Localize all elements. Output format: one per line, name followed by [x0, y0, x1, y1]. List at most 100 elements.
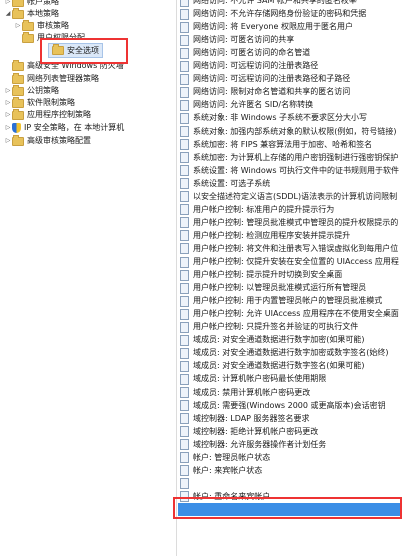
policy-label: 系统设置: 将 Windows 可执行文件中的证书规则用于软件 [193, 165, 400, 175]
policy-row[interactable]: 帐户: 管理员帐户状态 [180, 452, 270, 464]
policy-row[interactable]: 用户帐户控制: 以管理员批准模式运行所有管理员 [180, 282, 366, 294]
policy-icon [180, 191, 189, 203]
policy-row[interactable]: 域成员: 计算机帐户密码最长使用期限 [180, 373, 326, 385]
policy-row[interactable]: 以安全描述符定义语言(SDDL)语法表示的计算机访问限制 [180, 191, 397, 203]
policy-icon [180, 21, 189, 33]
policy-row[interactable]: 系统对象: 加强内部系统对象的默认权限(例如，符号链接) [180, 126, 396, 138]
folder-icon [12, 134, 24, 146]
policy-label: 网络访问: 将 Everyone 权限应用于匿名用户 [193, 22, 353, 32]
folder-icon [12, 84, 24, 96]
policy-icon [180, 347, 189, 359]
policy-row[interactable]: 用户帐户控制: 将文件和注册表写入错误虚拟化到每用户位 [180, 243, 398, 255]
policy-label: 帐户: 来宾帐户状态 [193, 465, 263, 475]
expander-icon[interactable]: ▷ [4, 85, 12, 97]
policy-row[interactable]: 用户帐户控制: 提示提升时切换到安全桌面 [180, 269, 342, 281]
tree-item-label: 公钥策略 [27, 86, 59, 95]
policy-label: 网络访问: 可匿名访问的共享 [193, 35, 295, 45]
tree-item-label: IP 安全策略，在 本地计算机 [24, 123, 125, 132]
policy-icon [180, 465, 189, 477]
policy-icon [180, 178, 189, 190]
tree-item-security-options[interactable]: 安全选项 [48, 43, 103, 58]
policy-row[interactable]: 网络访问: 限制对命名管道和共享的匿名访问 [180, 86, 350, 98]
policy-row[interactable]: 系统对象: 非 Windows 子系统不要求区分大小写 [180, 112, 367, 124]
policy-row[interactable]: 用户帐户控制: 标准用户的提升提示行为 [180, 204, 334, 216]
policy-row[interactable]: 域控制器: 拒绝计算机帐户密码更改 [180, 426, 318, 438]
policy-icon [180, 387, 189, 398]
policy-label: 用户帐户控制: 以管理员批准模式运行所有管理员 [193, 283, 367, 293]
policy-row[interactable]: 网络访问: 不允许存储网络身份验证的密码和凭据 [180, 8, 366, 20]
policy-row[interactable]: 用户帐户控制: 只提升签名并验证的可执行文件 [180, 321, 358, 333]
policy-icon [180, 126, 189, 137]
expander-icon[interactable]: ▷ [4, 135, 12, 147]
policy-row[interactable]: 系统加密: 为计算机上存储的用户密钥强制进行强密钥保护 [180, 152, 398, 164]
policy-row[interactable]: 网络访问: 允许匿名 SID/名称转换 [180, 99, 313, 111]
policy-row[interactable]: 网络访问: 可远程访问的注册表路径和子路径 [180, 73, 350, 85]
tree-item[interactable]: ▷ IP 安全策略，在 本地计算机 [4, 122, 124, 134]
policy-label: 系统设置: 可选子系统 [193, 178, 271, 188]
policy-label: 域控制器: LDAP 服务器签名要求 [193, 413, 310, 423]
policy-row[interactable]: 系统加密: 将 FIPS 兼容算法用于加密、哈希和签名 [180, 139, 372, 151]
policy-row[interactable]: 系统设置: 将 Windows 可执行文件中的证书规则用于软件 [180, 165, 399, 177]
tree-item[interactable]: 网络列表管理器策略 [4, 72, 99, 85]
tree-item[interactable]: ▷ 软件限制策略 [4, 96, 75, 109]
policy-icon [180, 243, 189, 255]
policy-icon [180, 8, 189, 20]
tree-item-label: 安全选项 [67, 46, 99, 55]
expander-icon[interactable]: ▷ [4, 122, 12, 134]
policy-icon [180, 282, 189, 294]
policy-row[interactable]: 用户帐户控制: 检测应用程序安装并提示提升 [180, 230, 350, 242]
policy-label: 以安全描述符定义语言(SDDL)语法表示的计算机访问限制 [193, 191, 398, 201]
tree-item[interactable]: ▷ 公钥策略 [4, 84, 59, 97]
tree-item-label: 软件限制策略 [27, 98, 75, 107]
expander-icon[interactable]: ▷ [4, 97, 12, 109]
tree-item-label: 网络列表管理器策略 [27, 74, 99, 83]
expander-icon[interactable]: ▷ [4, 109, 12, 121]
policy-label: 域成员: 对安全通道数据进行数字加密或数字签名(始终) [193, 348, 389, 358]
policy-row[interactable]: 域控制器: 允许服务器操作者计划任务 [180, 439, 326, 451]
policy-row[interactable]: 网络访问: 可匿名访问的命名管道 [180, 47, 310, 59]
expander-icon[interactable]: ▷ [14, 20, 22, 32]
policy-label: 用户帐户控制: 将文件和注册表写入错误虚拟化到每用户位 [193, 243, 399, 253]
tree-item[interactable]: ▷ 审核策略 [14, 19, 69, 32]
policy-row[interactable]: 帐户: 来宾帐户状态 [180, 465, 262, 477]
policy-row[interactable]: 域控制器: LDAP 服务器签名要求 [180, 413, 310, 425]
policy-row[interactable]: 用户帐户控制: 管理员批准模式中管理员的提升权限提示的 [180, 217, 398, 229]
policy-icon [180, 478, 189, 490]
policy-icon [180, 256, 189, 268]
expander-icon[interactable]: ◢ [4, 8, 12, 20]
policy-label: 用户帐户控制: 允许 UIAccess 应用程序在不使用安全桌面 [193, 309, 399, 319]
policy-label: 系统对象: 非 Windows 子系统不要求区分大小写 [193, 113, 368, 123]
policy-label: 域控制器: 允许服务器操作者计划任务 [193, 439, 327, 449]
policy-label: 网络访问: 不允许 SAM 帐户和共享的匿名枚举 [193, 0, 357, 5]
policy-row[interactable]: 域成员: 禁用计算机帐户密码更改 [180, 387, 310, 399]
policy-row[interactable]: 网络访问: 不允许 SAM 帐户和共享的匿名枚举 [180, 0, 357, 7]
policy-icon [180, 295, 189, 307]
policy-row[interactable]: 用户帐户控制: 仅提升安装在安全位置的 UIAccess 应用程 [180, 256, 399, 268]
policy-row[interactable]: 域成员: 对安全通道数据进行数字加密或数字签名(始终) [180, 347, 388, 359]
policy-row[interactable]: 网络访问: 可远程访问的注册表路径 [180, 60, 318, 72]
tree-item[interactable]: ▷ 应用程序控制策略 [4, 108, 91, 121]
policy-icon [180, 400, 189, 412]
policy-icon [180, 34, 189, 46]
policy-label: 用户帐户控制: 用于内置管理员帐户的管理员批准模式 [193, 296, 383, 306]
policy-row[interactable]: 网络访问: 将 Everyone 权限应用于匿名用户 [180, 21, 353, 33]
policy-row[interactable]: 系统设置: 可选子系统 [180, 178, 270, 190]
policy-row[interactable]: 网络访问: 可匿名访问的共享 [180, 34, 294, 46]
tree-item[interactable]: ▷ 高级审核策略配置 [4, 134, 91, 147]
policy-label: 用户帐户控制: 只提升签名并验证的可执行文件 [193, 322, 359, 332]
policy-label: 域成员: 计算机帐户密码最长使用期限 [193, 374, 327, 384]
policy-icon [180, 165, 189, 177]
policy-row[interactable]: 用户帐户控制: 允许 UIAccess 应用程序在不使用安全桌面 [180, 308, 399, 320]
policy-label: 网络访问: 可匿名访问的命名管道 [193, 48, 311, 58]
tree-item[interactable]: ◢ 本地策略 [4, 7, 59, 20]
expander-icon[interactable]: ▷ [4, 0, 12, 8]
policy-row[interactable]: 域成员: 对安全通道数据进行数字加密(如果可能) [180, 334, 364, 346]
policy-row[interactable]: 域成员: 需要强(Windows 2000 或更高版本)会话密钥 [180, 400, 386, 412]
policy-row[interactable]: 用户帐户控制: 用于内置管理员帐户的管理员批准模式 [180, 295, 382, 307]
folder-icon [12, 0, 24, 7]
policy-row[interactable]: 帐户: 使用空密码的本地帐户只允许进行控制台登录 [180, 478, 374, 490]
policy-icon [180, 204, 189, 216]
policy-label: 域成员: 需要强(Windows 2000 或更高版本)会话密钥 [193, 400, 386, 410]
folder-icon [12, 108, 24, 120]
policy-row[interactable]: 域成员: 对安全通道数据进行数字签名(如果可能) [180, 360, 364, 372]
